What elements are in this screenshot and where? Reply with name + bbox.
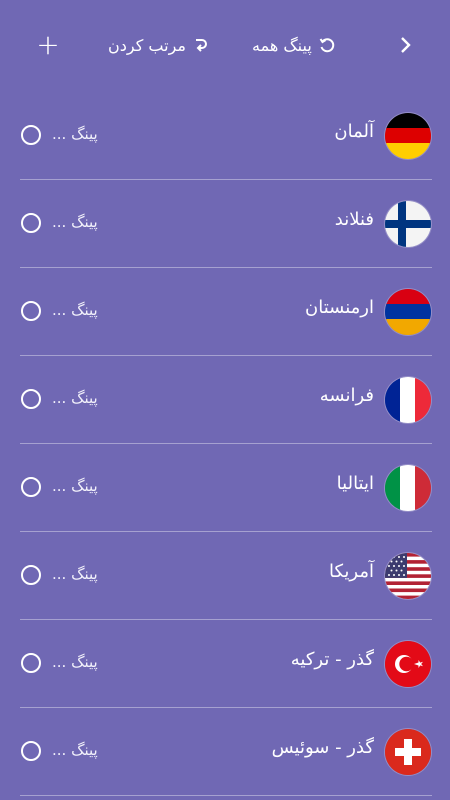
server-name: گذر - ترکیه bbox=[290, 649, 374, 670]
server-row-italy[interactable]: پینگ ... ایتالیا bbox=[0, 444, 450, 532]
server-name: فنلاند bbox=[334, 209, 374, 230]
server-row-turkey[interactable]: پینگ ... گذر - ترکیه bbox=[0, 620, 450, 708]
server-radio[interactable] bbox=[21, 213, 41, 233]
chevron-right-icon bbox=[399, 35, 413, 55]
add-server-button[interactable]: + bbox=[33, 26, 63, 62]
ping-all-label: پینگ همه bbox=[252, 35, 312, 55]
finland-flag-icon bbox=[385, 201, 431, 247]
server-radio[interactable] bbox=[21, 125, 41, 145]
server-name: ارمنستان bbox=[305, 297, 374, 318]
switzerland-flag-icon bbox=[385, 729, 431, 775]
usa-flag-icon bbox=[385, 553, 431, 599]
server-list: پینگ ... آلمان پینگ ... فنلاند پینگ ... … bbox=[0, 92, 450, 796]
back-button[interactable] bbox=[392, 28, 420, 62]
ping-status: پینگ ... bbox=[52, 389, 98, 407]
server-row-armenia[interactable]: پینگ ... ارمنستان bbox=[0, 268, 450, 356]
server-radio[interactable] bbox=[21, 301, 41, 321]
server-row-switzerland[interactable]: پینگ ... گذر - سوئیس bbox=[0, 708, 450, 796]
server-name: فرانسه bbox=[319, 385, 374, 406]
turkey-flag-icon bbox=[385, 641, 431, 687]
sort-button[interactable]: مرتب کردن bbox=[108, 28, 210, 62]
server-radio[interactable] bbox=[21, 477, 41, 497]
server-radio[interactable] bbox=[21, 565, 41, 585]
server-row-france[interactable]: پینگ ... فرانسه bbox=[0, 356, 450, 444]
refresh-icon bbox=[318, 36, 336, 54]
ping-status: پینگ ... bbox=[52, 741, 98, 759]
ping-status: پینگ ... bbox=[52, 213, 98, 231]
ping-status: پینگ ... bbox=[52, 125, 98, 143]
ping-status: پینگ ... bbox=[52, 565, 98, 583]
armenia-flag-icon bbox=[385, 289, 431, 335]
ping-status: پینگ ... bbox=[52, 653, 98, 671]
server-row-finland[interactable]: پینگ ... فنلاند bbox=[0, 180, 450, 268]
italy-flag-icon bbox=[385, 465, 431, 511]
server-radio[interactable] bbox=[21, 389, 41, 409]
server-row-usa[interactable]: پینگ ... آمریکا bbox=[0, 532, 450, 620]
ping-status: پینگ ... bbox=[52, 477, 98, 495]
server-name: آلمان bbox=[334, 121, 374, 142]
germany-flag-icon bbox=[385, 113, 431, 159]
sort-label: مرتب کردن bbox=[108, 35, 186, 55]
server-radio[interactable] bbox=[21, 653, 41, 673]
server-radio[interactable] bbox=[21, 741, 41, 761]
server-name: گذر - سوئیس bbox=[271, 737, 374, 758]
ping-all-button[interactable]: پینگ همه bbox=[252, 28, 336, 62]
plus-icon: + bbox=[36, 27, 60, 61]
france-flag-icon bbox=[385, 377, 431, 423]
sort-arrow-icon bbox=[192, 36, 210, 54]
server-row-germany[interactable]: پینگ ... آلمان bbox=[0, 92, 450, 180]
row-divider bbox=[20, 795, 432, 796]
top-toolbar: + مرتب کردن پینگ همه bbox=[0, 0, 450, 90]
server-name: ایتالیا bbox=[336, 473, 374, 494]
ping-status: پینگ ... bbox=[52, 301, 98, 319]
server-name: آمریکا bbox=[328, 561, 374, 582]
